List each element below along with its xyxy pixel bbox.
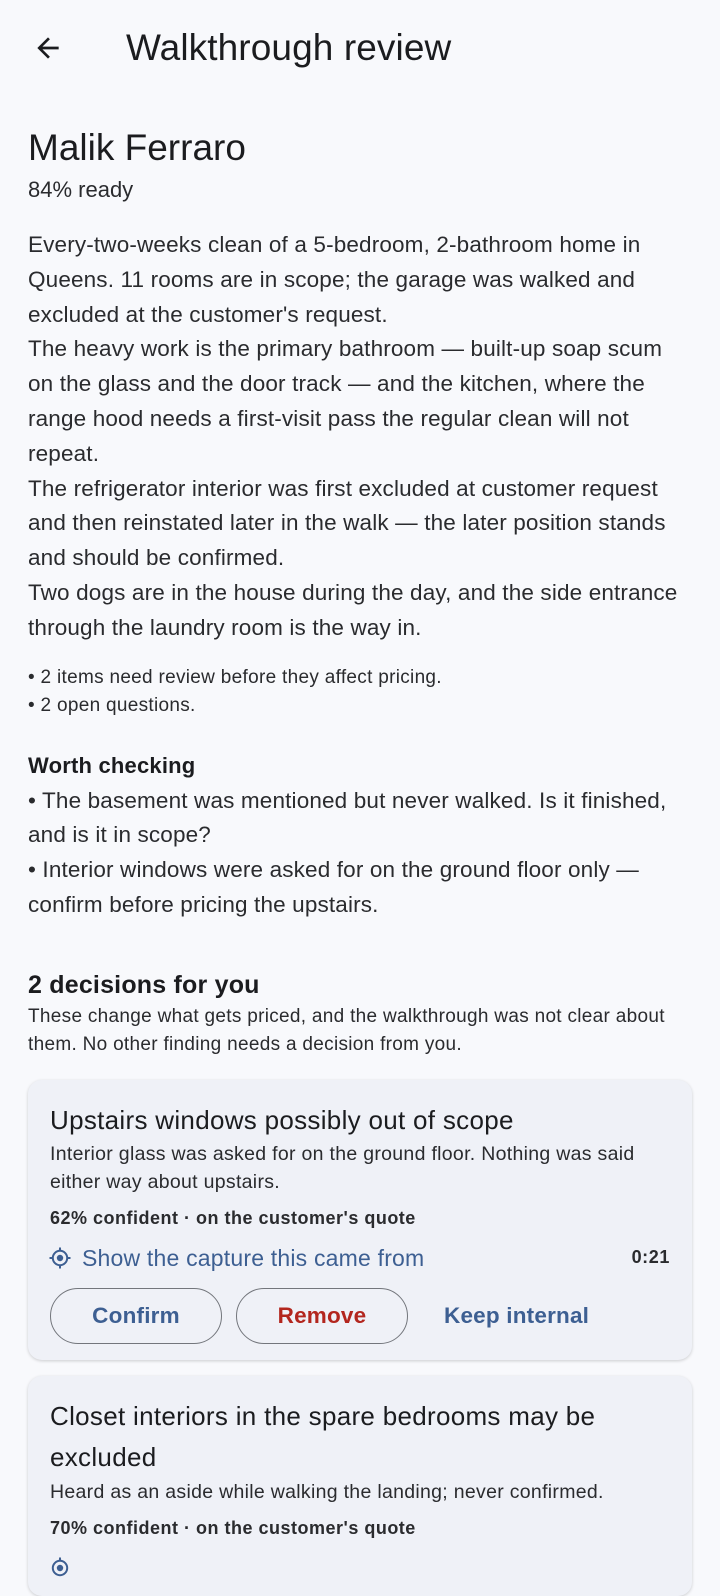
back-button[interactable] xyxy=(24,24,72,72)
crosshair-icon xyxy=(48,1556,72,1580)
crosshair-icon xyxy=(48,1246,72,1270)
arrow-back-icon xyxy=(37,37,59,59)
remove-button[interactable]: Remove xyxy=(236,1288,408,1344)
decision-title: Upstairs windows possibly out of scope xyxy=(50,1105,514,1135)
decision-actions: Confirm Remove Keep internal xyxy=(50,1288,670,1344)
worth-checking-item: • The basement was mentioned but never w… xyxy=(28,787,667,848)
worth-checking-list: • The basement was mentioned but never w… xyxy=(28,784,692,923)
readiness-status: 84% ready xyxy=(28,177,134,202)
status-bullet: • 2 items need review before they affect… xyxy=(28,666,442,688)
capture-timestamp: 0:21 xyxy=(631,1247,670,1267)
decision-card: Upstairs windows possibly out of scope I… xyxy=(28,1080,692,1360)
decision-title: Closet interiors in the spare bedrooms m… xyxy=(50,1401,596,1472)
status-bullet: • 2 open questions. xyxy=(28,694,196,716)
worth-checking-heading: Worth checking xyxy=(28,752,196,778)
confidence-label: 70% confident · on the customer's quote xyxy=(50,1518,416,1538)
confidence-label: 62% confident · on the customer's quote xyxy=(50,1208,416,1228)
decision-card: Closet interiors in the spare bedrooms m… xyxy=(28,1376,692,1596)
decisions-heading: 2 decisions for you xyxy=(28,970,260,999)
customer-name: Malik Ferraro xyxy=(28,127,246,168)
page-title: Walkthrough review xyxy=(126,27,452,68)
capture-source-row xyxy=(50,1550,670,1586)
summary-paragraph: Every-two-weeks clean of a 5-bedroom, 2-… xyxy=(28,232,641,327)
capture-source-row: Show the capture this came from 0:21 xyxy=(48,1240,670,1276)
confirm-button[interactable]: Confirm xyxy=(50,1288,222,1344)
decisions-subtitle: These change what gets priced, and the w… xyxy=(28,1005,665,1055)
show-capture-link[interactable]: Show the capture this came from xyxy=(82,1241,424,1275)
walkthrough-content: Malik Ferraro 84% ready Every-two-weeks … xyxy=(28,120,692,1059)
summary-paragraph: Two dogs are in the house during the day… xyxy=(28,579,678,640)
keep-internal-button[interactable]: Keep internal xyxy=(444,1303,589,1329)
decision-description: Interior glass was asked for on the grou… xyxy=(50,1143,635,1193)
status-bullets: • 2 items need review before they affect… xyxy=(28,664,692,720)
worth-checking-item: • Interior windows were asked for on the… xyxy=(28,857,639,917)
decision-description: Heard as an aside while walking the land… xyxy=(50,1481,604,1503)
summary-paragraph: The heavy work is the primary bathroom —… xyxy=(28,336,663,466)
summary-paragraph: The refrigerator interior was first excl… xyxy=(28,475,666,571)
app-bar: Walkthrough review xyxy=(0,0,720,96)
walkthrough-summary: Every-two-weeks clean of a 5-bedroom, 2-… xyxy=(28,228,692,646)
